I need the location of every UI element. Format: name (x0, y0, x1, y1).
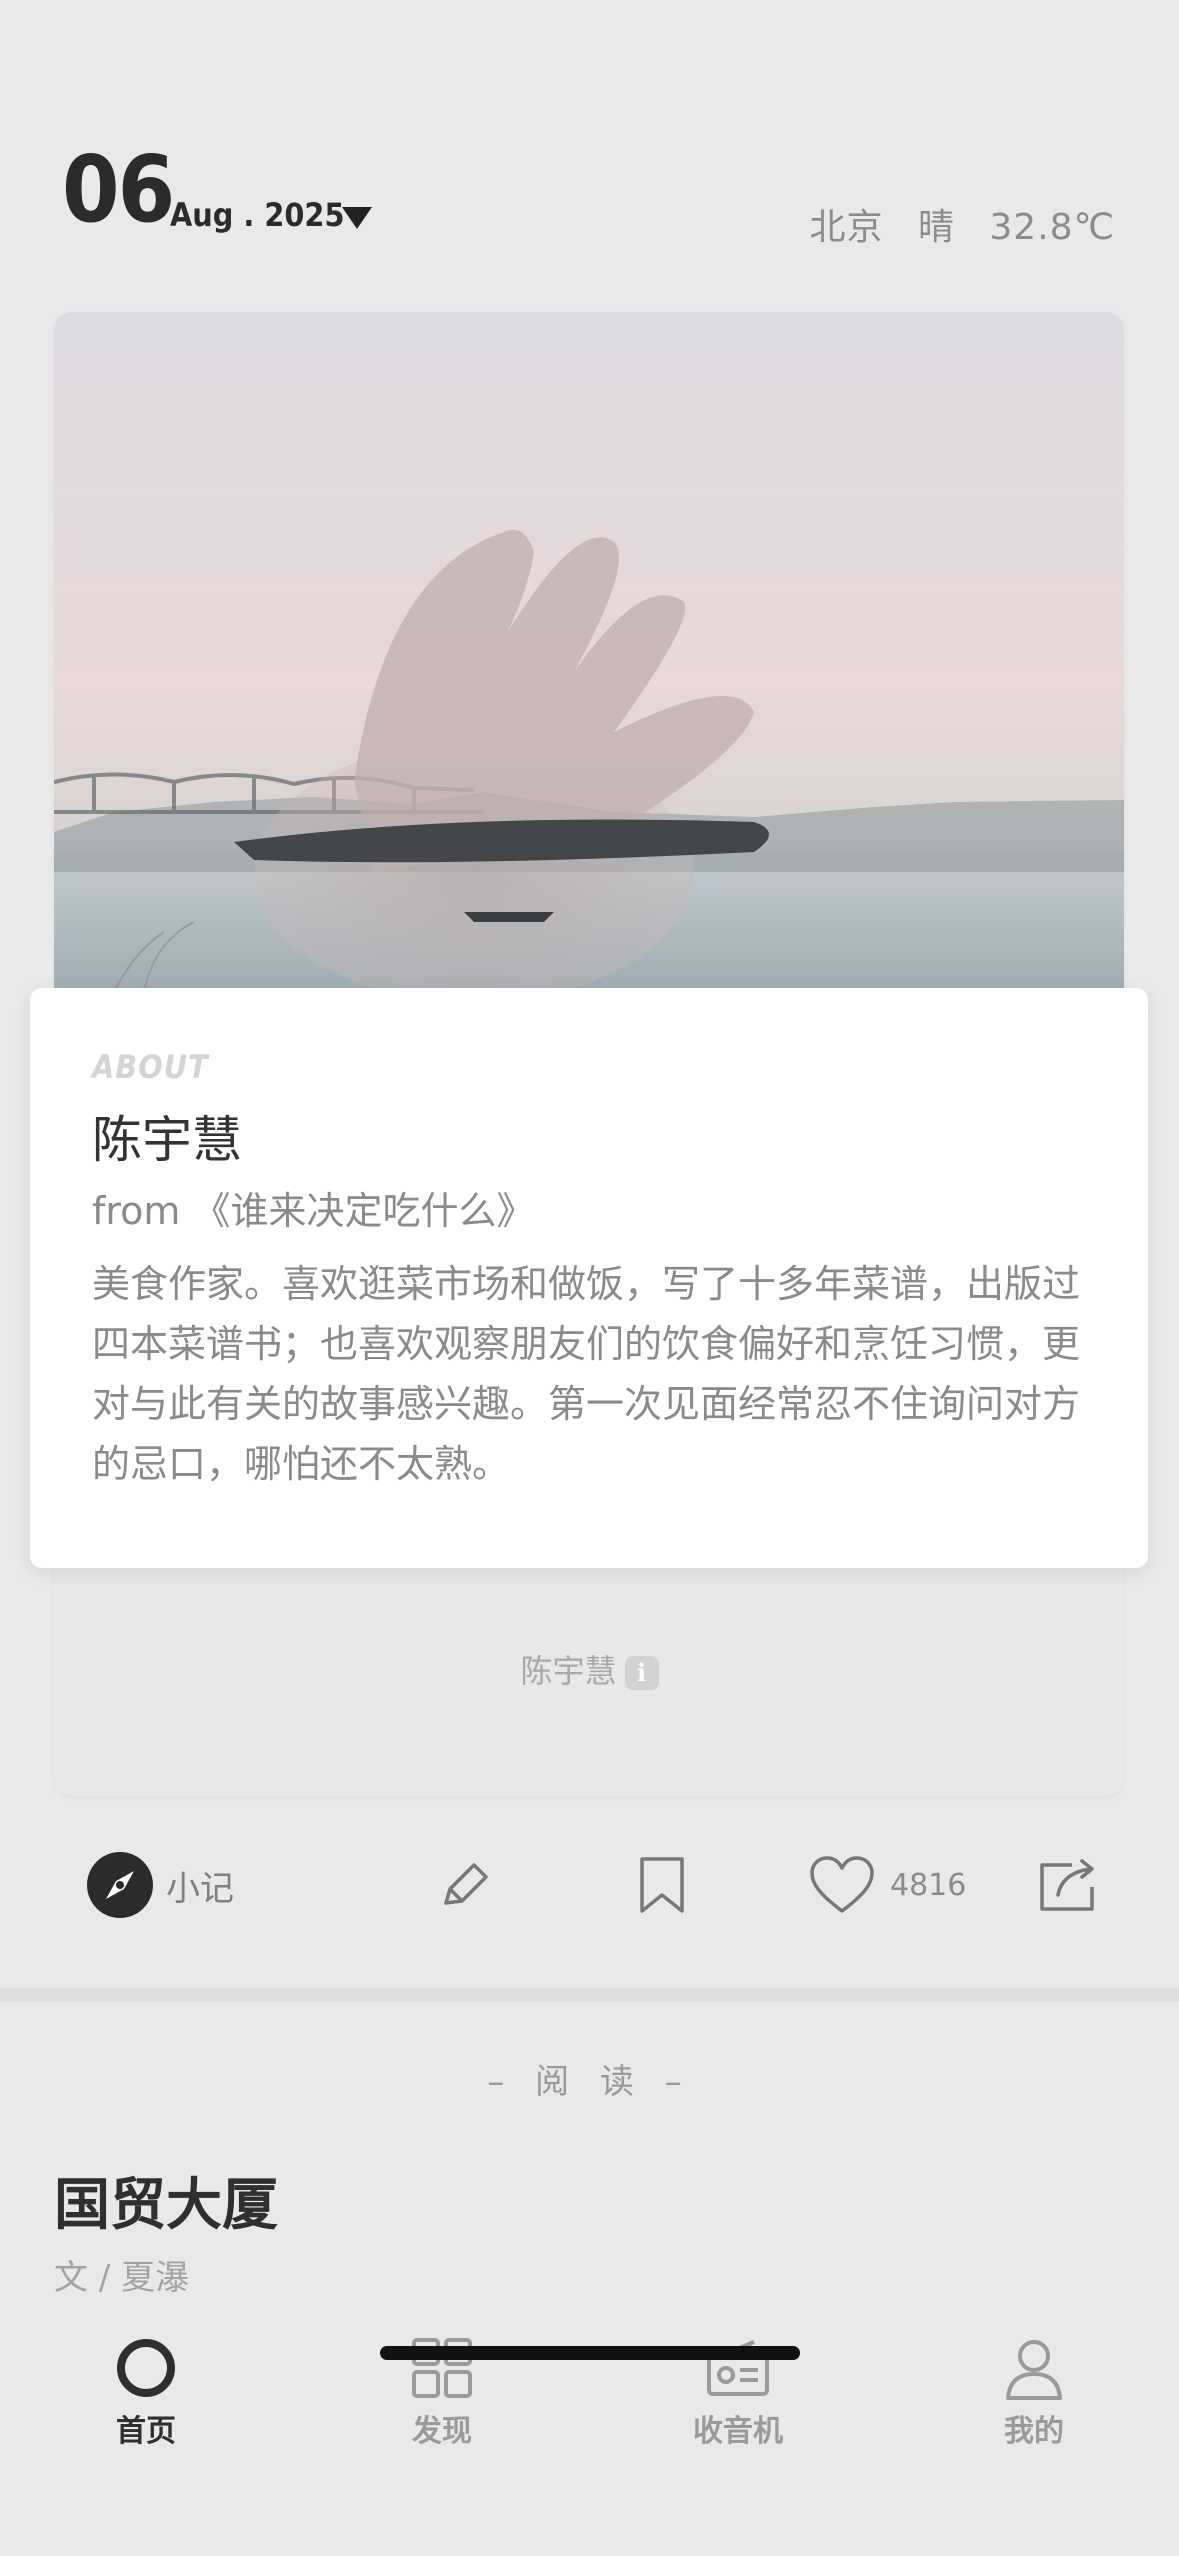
like-button[interactable]: 4816 (808, 1840, 966, 1930)
pencil-icon (444, 1863, 488, 1905)
header: 06 Aug . 2025 北京 晴 32.8℃ (0, 0, 1179, 300)
home-indicator[interactable] (380, 2346, 800, 2360)
author-name: 陈宇慧 (92, 1111, 242, 1169)
about-tag: ABOUT (92, 1048, 209, 1086)
date-month-year[interactable]: Aug . 2025 (170, 196, 344, 234)
bookmark-icon (640, 1857, 684, 1913)
author-bio: 美食作家。喜欢逛菜市场和做饭，写了十多年菜谱，出版过四本菜谱书；也喜欢观察朋友们… (92, 1262, 1081, 1486)
user-icon (1006, 2340, 1062, 2400)
tab-discover-label: 发现 (412, 2414, 472, 2449)
note-label: 小记 (166, 1868, 234, 1909)
share-icon (1040, 1859, 1094, 1911)
weather-city: 北京 (809, 207, 884, 248)
compass-icon (87, 1852, 153, 1918)
tab-home[interactable]: 首页 (26, 2336, 266, 2450)
action-bar: 小记 4816 (0, 1840, 1179, 1930)
tab-radio-label: 收音机 (693, 2414, 783, 2449)
caret-down-icon[interactable] (340, 205, 374, 231)
share-button[interactable] (1036, 1840, 1098, 1930)
tab-bar: 首页 发现 收音机 我的 (0, 2300, 1179, 2556)
weather: 北京 晴 32.8℃ (809, 198, 1115, 250)
note-button[interactable]: 小记 (86, 1840, 234, 1930)
tab-profile-label: 我的 (1004, 2414, 1064, 2449)
section-divider (0, 1988, 1179, 2002)
about-card[interactable]: ABOUT 陈宇慧 from 《谁来决定吃什么》 美食作家。喜欢逛菜市场和做饭，… (30, 988, 1148, 1568)
cover-photo[interactable] (54, 312, 1124, 992)
book-source: from 《谁来决定吃什么》 (92, 1189, 535, 1233)
photo-credit[interactable]: 陈宇慧 i (0, 1646, 1179, 1692)
date-day[interactable]: 06 (62, 140, 175, 240)
info-icon[interactable]: i (624, 1656, 659, 1690)
like-count: 4816 (890, 1867, 967, 1903)
bookmark-button[interactable] (634, 1840, 690, 1930)
article-title[interactable]: 国贸大厦 (54, 2160, 278, 2241)
weather-temperature: 32.8℃ (989, 207, 1115, 248)
heart-icon (810, 1856, 874, 1913)
edit-button[interactable] (436, 1840, 496, 1930)
tab-home-label: 首页 (116, 2414, 176, 2449)
photo-credit-name: 陈宇慧 (520, 1652, 617, 1690)
article-author: 文 / 夏瀑 (54, 2258, 190, 2298)
reading-section-label: – 阅 读 – (487, 2062, 692, 2102)
tab-profile[interactable]: 我的 (914, 2336, 1154, 2450)
home-circle-icon (117, 2339, 175, 2397)
weather-condition: 晴 (917, 207, 955, 248)
